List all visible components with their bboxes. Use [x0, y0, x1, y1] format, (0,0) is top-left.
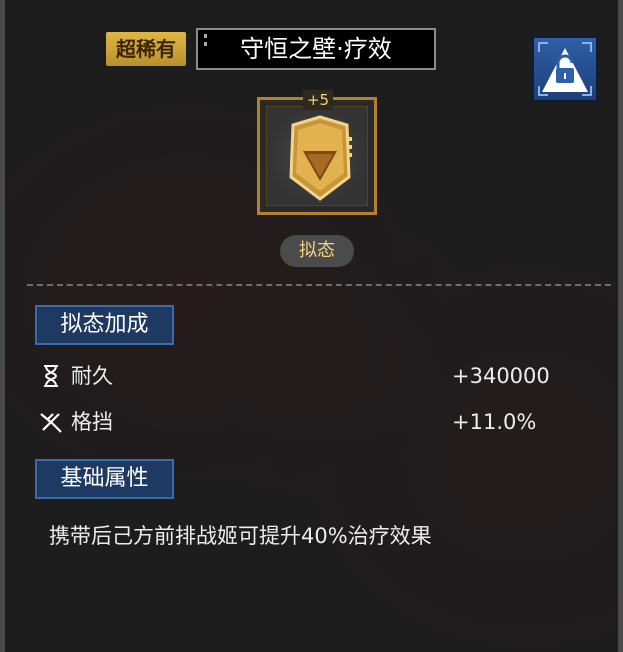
stat-value: +340000 [452, 364, 550, 388]
item-icon-frame[interactable] [257, 97, 377, 215]
section-divider [27, 284, 611, 286]
section-header-mimic-bonus: 拟态加成 [35, 305, 174, 345]
unlock-icon [542, 48, 588, 92]
stat-label: 格挡 [71, 410, 113, 434]
stat-row-durability: 耐久 +340000 [39, 361, 579, 391]
attribute-description: 携带后己方前排战姬可提升40%治疗效果 [49, 524, 432, 548]
item-title-box: 守恒之壁·疗效 [196, 28, 436, 70]
block-swords-icon [40, 413, 62, 433]
item-icon-background [266, 106, 368, 206]
item-detail-panel: 超稀有 守恒之壁·疗效 +5 拟态 拟态加成 耐久 +340000 格挡 +11… [0, 0, 623, 652]
lock-toggle-button[interactable] [532, 36, 598, 102]
stat-label: 耐久 [71, 364, 113, 388]
enhance-level: +5 [303, 90, 333, 110]
shield-icon [289, 115, 352, 201]
hourglass-icon [44, 365, 58, 387]
item-title: 守恒之壁·疗效 [240, 35, 392, 63]
stat-value: +11.0% [452, 410, 537, 434]
form-tag[interactable]: 拟态 [280, 235, 354, 267]
rarity-badge: 超稀有 [106, 32, 186, 66]
stat-row-block: 格挡 +11.0% [39, 407, 579, 437]
title-decoration [204, 34, 210, 46]
section-header-base-attributes: 基础属性 [35, 459, 174, 499]
